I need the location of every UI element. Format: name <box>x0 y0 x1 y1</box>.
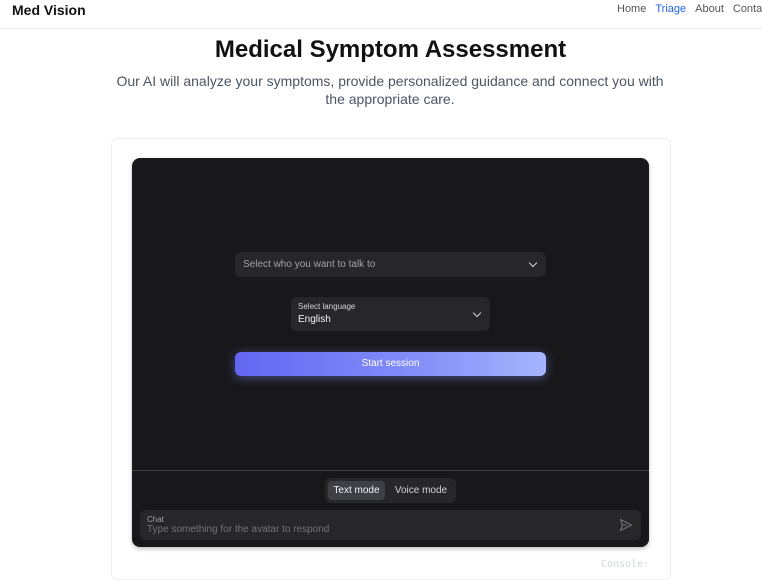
avatar-session-panel: Select who you want to talk to Select la… <box>132 158 649 547</box>
mode-toggle: Text mode Voice mode <box>325 478 456 503</box>
main-nav: Home Triage About Conta <box>617 3 762 15</box>
avatar-select-placeholder: Select who you want to talk to <box>243 259 376 270</box>
nav-link-home[interactable]: Home <box>617 3 646 15</box>
language-select-label: Select language <box>298 302 356 311</box>
nav-link-triage[interactable]: Triage <box>655 3 686 15</box>
start-session-button[interactable]: Start session <box>235 352 546 376</box>
page-subtitle: Our AI will analyze your symptoms, provi… <box>116 73 664 107</box>
voice-mode-tab[interactable]: Voice mode <box>391 481 451 500</box>
panel-divider <box>132 470 649 471</box>
page-title: Medical Symptom Assessment <box>214 36 567 63</box>
console-label: Console: <box>601 559 650 570</box>
send-icon[interactable] <box>619 518 633 532</box>
chevron-down-icon <box>528 258 538 268</box>
chat-input[interactable]: Chat Type something for the avatar to re… <box>140 510 641 540</box>
nav-link-about[interactable]: About <box>695 3 724 15</box>
nav-link-contact[interactable]: Conta <box>733 3 762 15</box>
language-select[interactable]: Select language English <box>291 297 490 331</box>
top-nav-bar: Med Vision Home Triage About Conta <box>0 0 762 29</box>
avatar-select[interactable]: Select who you want to talk to <box>235 252 546 277</box>
brand-logo[interactable]: Med Vision <box>12 2 86 18</box>
chat-input-label: Chat <box>147 515 164 524</box>
language-select-value: English <box>298 314 331 325</box>
chevron-down-icon <box>472 308 482 318</box>
chat-input-placeholder: Type something for the avatar to respond <box>147 524 330 535</box>
text-mode-tab[interactable]: Text mode <box>328 481 385 500</box>
